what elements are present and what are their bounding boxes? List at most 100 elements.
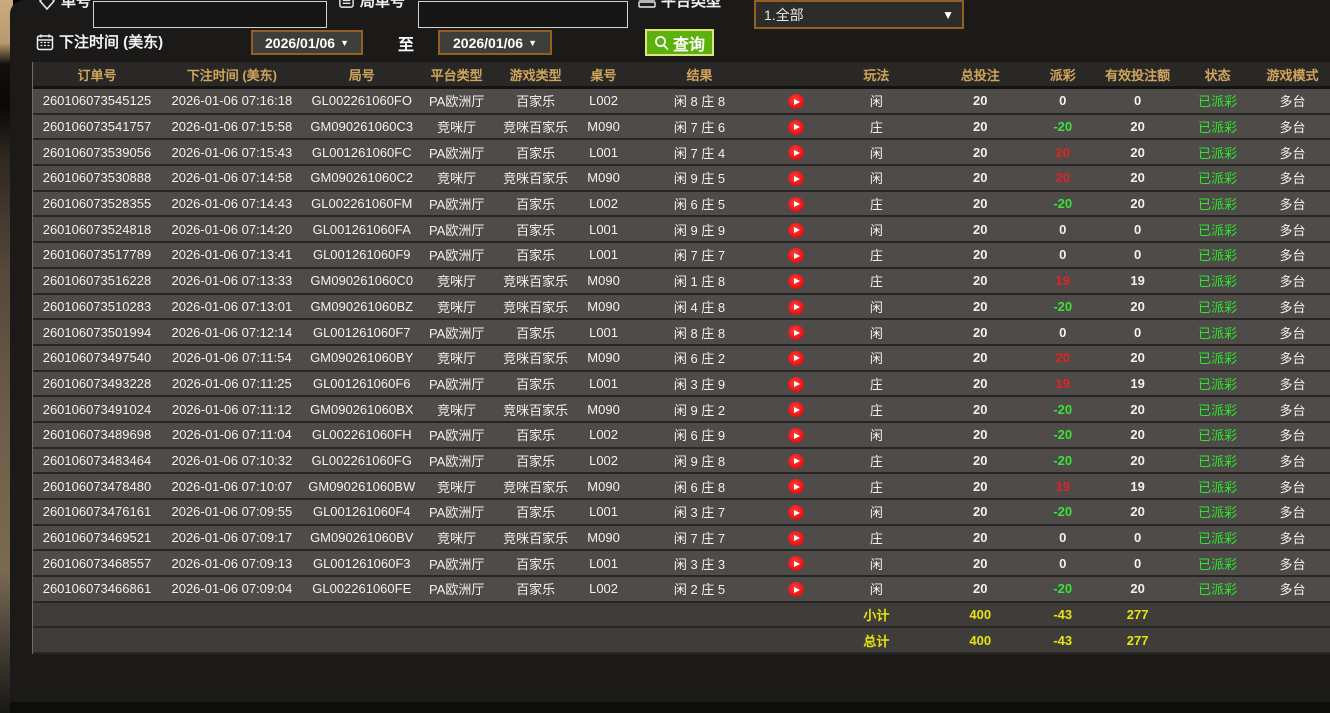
subtotal-row: 小计 400 -43 277	[33, 602, 1330, 629]
header-play-side: 玩法	[863, 67, 890, 83]
valid-bet-cell: 20	[1130, 196, 1145, 212]
result-video-cell	[770, 298, 822, 315]
play-icon[interactable]	[788, 196, 805, 212]
result-cell: 闲 9 庄 5	[673, 171, 726, 187]
order-no-label: 单号	[38, 0, 91, 11]
game-type-cell: 百家乐	[516, 325, 556, 341]
play-icon[interactable]	[788, 248, 805, 264]
round-no-cell: GL001261060F7	[312, 324, 411, 340]
total-bet-cell: 20	[973, 247, 988, 263]
status-badge: 已派彩	[1198, 325, 1238, 341]
bet-time-cell: 2026-01-06 07:14:43	[171, 196, 293, 212]
valid-bet-cell: 20	[1130, 581, 1145, 597]
result-video-cell	[770, 504, 822, 521]
table-row[interactable]: 260106073524818 2026-01-06 07:14:20 GL00…	[33, 217, 1330, 244]
table-row[interactable]: 260106073476161 2026-01-06 07:09:55 GL00…	[33, 500, 1330, 526]
date-from-picker[interactable]: 2026/01/06 ▼	[251, 30, 363, 55]
subtotal-valid: 277	[1126, 607, 1149, 623]
payout-cell: -20	[1053, 196, 1073, 212]
total-bet-cell: 20	[973, 298, 988, 314]
table-row[interactable]: 260106073489698 2026-01-06 07:11:04 GL00…	[33, 422, 1330, 449]
game-mode-cell: 多台	[1279, 428, 1306, 444]
play-icon[interactable]	[788, 402, 805, 418]
table-row[interactable]: 260106073466861 2026-01-06 07:09:04 GL00…	[33, 577, 1330, 603]
round-no-cell: GM090261060C2	[310, 170, 414, 186]
round-no-cell: GL001261060FA	[312, 221, 411, 237]
table-row[interactable]: 260106073501994 2026-01-06 07:12:14 GL00…	[33, 320, 1330, 346]
game-type-cell: 百家乐	[516, 248, 556, 264]
bet-time-cell: 2026-01-06 07:15:58	[171, 119, 293, 135]
play-icon[interactable]	[788, 350, 805, 366]
play-icon[interactable]	[788, 556, 805, 572]
play-icon[interactable]	[788, 376, 805, 392]
diamond-icon	[38, 0, 56, 10]
play-icon[interactable]	[788, 325, 805, 341]
status-badge: 已派彩	[1198, 120, 1238, 136]
date-to-picker[interactable]: 2026/01/06 ▼	[438, 30, 552, 55]
game-mode-cell: 多台	[1279, 325, 1306, 341]
table-row[interactable]: 260106073497540 2026-01-06 07:11:54 GM09…	[33, 345, 1330, 372]
play-icon[interactable]	[788, 222, 805, 238]
platform-cell: PA欧洲厅	[428, 453, 485, 469]
table-row[interactable]: 260106073541757 2026-01-06 07:15:58 GM09…	[33, 114, 1330, 141]
table-row[interactable]: 260106073478480 2026-01-06 07:10:07 GM09…	[33, 474, 1330, 500]
payout-cell: -20	[1053, 401, 1073, 417]
table-row[interactable]: 260106073491024 2026-01-06 07:11:12 GM09…	[33, 397, 1330, 423]
table-row[interactable]: 260106073516228 2026-01-06 07:13:33 GM09…	[33, 268, 1330, 295]
table-row[interactable]: 260106073493228 2026-01-06 07:11:25 GL00…	[33, 371, 1330, 398]
play-icon[interactable]	[788, 582, 805, 598]
status-badge: 已派彩	[1198, 428, 1238, 444]
cards-icon	[638, 0, 656, 8]
game-type-cell: 百家乐	[516, 376, 556, 392]
table-row[interactable]: 260106073517789 2026-01-06 07:13:41 GL00…	[33, 243, 1330, 269]
header-payout: 派彩	[1049, 67, 1076, 83]
table-row[interactable]: 260106073468557 2026-01-06 07:09:13 GL00…	[33, 551, 1330, 578]
round-no-cell: GL002261060FM	[311, 196, 413, 212]
play-icon[interactable]	[788, 273, 805, 289]
play-icon[interactable]	[788, 171, 805, 187]
play-icon[interactable]	[788, 94, 805, 110]
order-no-cell: 260106073516228	[42, 273, 152, 289]
play-icon[interactable]	[788, 479, 805, 495]
play-icon[interactable]	[788, 505, 805, 521]
play-icon[interactable]	[788, 119, 805, 135]
play-icon[interactable]	[788, 530, 805, 546]
platform-cell: PA欧洲厅	[428, 197, 485, 213]
table-no-cell: M090	[587, 298, 620, 314]
play-side-cell: 闲	[869, 222, 883, 238]
total-valid: 277	[1126, 632, 1149, 648]
round-no-cell: GL002261060FO	[311, 93, 412, 109]
bet-time-cell: 2026-01-06 07:16:18	[171, 93, 293, 109]
table-row[interactable]: 260106073510283 2026-01-06 07:13:01 GM09…	[33, 294, 1330, 321]
result-video-cell	[770, 427, 822, 444]
play-icon[interactable]	[788, 428, 805, 444]
round-no-cell: GM090261060C0	[310, 273, 414, 289]
play-icon[interactable]	[788, 453, 805, 469]
valid-bet-cell: 19	[1130, 478, 1145, 494]
game-type-cell: 百家乐	[516, 222, 556, 238]
table-row[interactable]: 260106073483464 2026-01-06 07:10:32 GL00…	[33, 448, 1330, 475]
bottom-edge	[10, 702, 1330, 713]
table-no-cell: L002	[589, 196, 619, 212]
table-row[interactable]: 260106073530888 2026-01-06 07:14:58 GM09…	[33, 166, 1330, 192]
order-no-cell: 260106073530888	[42, 170, 152, 186]
total-bet-cell: 20	[973, 427, 988, 443]
order-no-input[interactable]	[93, 1, 327, 28]
query-button[interactable]: 查询	[645, 29, 715, 56]
table-row[interactable]: 260106073539056 2026-01-06 07:15:43 GL00…	[33, 140, 1330, 167]
table-row[interactable]: 260106073469521 2026-01-06 07:09:17 GM09…	[33, 525, 1330, 552]
payout-cell: 20	[1055, 144, 1070, 160]
calendar-icon	[36, 34, 54, 50]
game-type-cell: 竞咪百家乐	[503, 274, 569, 290]
play-icon[interactable]	[788, 145, 805, 161]
payout-cell: 0	[1059, 221, 1067, 237]
round-no-input[interactable]	[418, 1, 628, 28]
table-row[interactable]: 260106073545125 2026-01-06 07:16:18 GL00…	[33, 89, 1330, 115]
platform-select[interactable]: 1.全部 ▼	[754, 0, 964, 29]
header-total-bet: 总投注	[960, 67, 1000, 83]
game-type-cell: 百家乐	[516, 197, 556, 213]
play-icon[interactable]	[788, 299, 805, 315]
search-icon	[655, 35, 669, 50]
valid-bet-cell: 0	[1134, 247, 1142, 263]
table-row[interactable]: 260106073528355 2026-01-06 07:14:43 GL00…	[33, 191, 1330, 218]
